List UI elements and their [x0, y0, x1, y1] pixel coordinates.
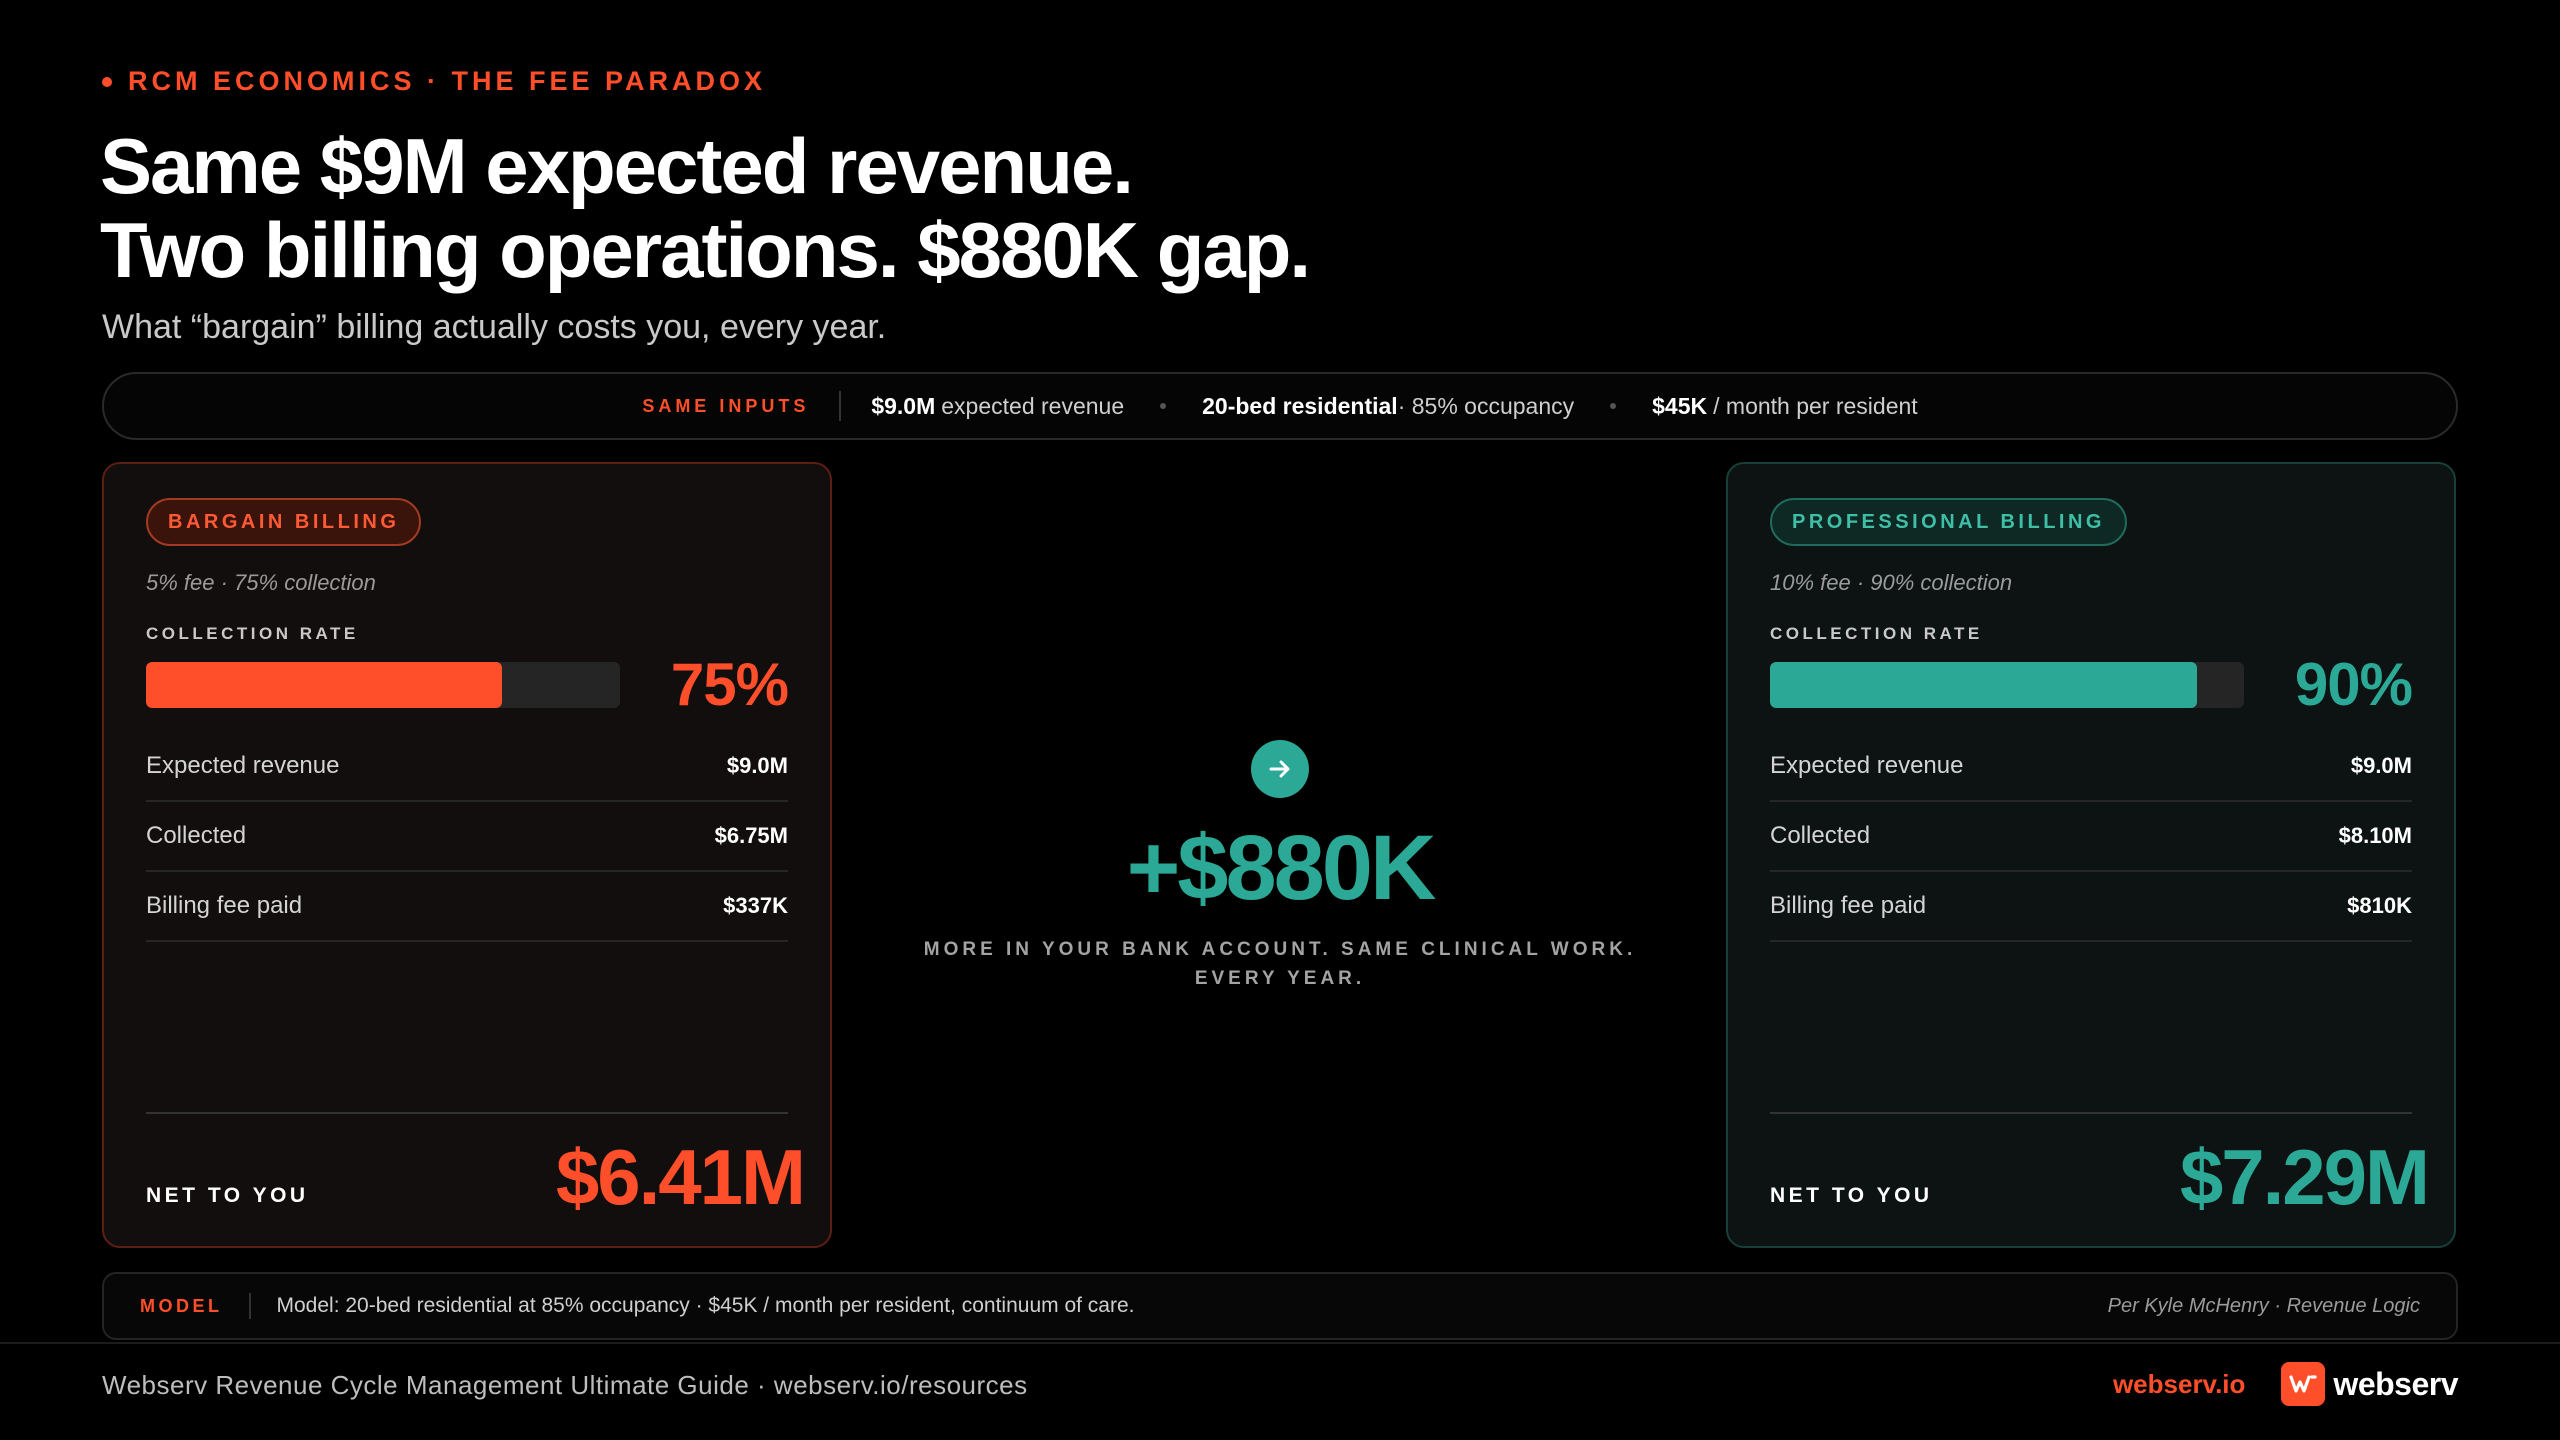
model-text: Model: 20-bed residential at 85% occupan… [276, 1294, 1135, 1317]
row-label: Expected revenue [146, 752, 340, 779]
table-row: Billing fee paid $810K [1770, 872, 2412, 942]
divider [1770, 1112, 2412, 1114]
net-to-you-label: NET TO YOU [146, 1184, 309, 1207]
headline-line-1: Same $9M expected revenue. [100, 122, 1134, 210]
logo-wordmark: webserv [2333, 1365, 2458, 1402]
row-value: $6.75M [714, 823, 788, 848]
collection-rate-bar [1770, 662, 2244, 708]
webserv-logo: webserv [2281, 1362, 2458, 1406]
bargain-billing-pill: BARGAIN BILLING [146, 498, 422, 546]
row-label: Collected [1770, 822, 1871, 849]
same-inputs-bar: SAME INPUTS $9.0M expected revenue 20-bed… [102, 372, 2458, 440]
input-rate-label: / month per resident [1713, 392, 1918, 419]
divider [839, 391, 842, 421]
bullet-dot-icon [102, 76, 112, 87]
input-beds: 20-bed residential· 85% occupancy [1202, 393, 1574, 420]
gap-caption: MORE IN YOUR BANK ACCOUNT. SAME CLINICAL… [923, 939, 1637, 989]
input-beds-value: 20-bed residential [1202, 392, 1398, 419]
footer-brand: webserv.io webserv [2113, 1362, 2458, 1406]
table-row: Expected revenue $9.0M [146, 732, 788, 802]
row-value: $9.0M [726, 753, 788, 778]
footer-text: Webserv Revenue Cycle Management Ultimat… [102, 1370, 1028, 1400]
footer-divider [0, 1342, 2560, 1344]
gap-summary: +$880K MORE IN YOUR BANK ACCOUNT. SAME C… [872, 740, 1688, 993]
row-value: $8.10M [2338, 823, 2412, 848]
collection-rate-bar [146, 662, 620, 708]
input-revenue-label: expected revenue [941, 392, 1125, 419]
table-row: Billing fee paid $337K [146, 872, 788, 942]
slide: RCM ECONOMICS · THE FEE PARADOX Same $9M… [0, 0, 2560, 1440]
input-rate-value: $45K [1652, 392, 1708, 419]
bargain-rows: Expected revenue $9.0M Collected $6.75M Bi… [146, 732, 788, 942]
net-to-you-value: $6.41M [555, 1133, 806, 1221]
input-beds-label: · 85% occupancy [1397, 392, 1575, 419]
separator-dot-icon [1160, 403, 1167, 409]
collection-rate-value: 90% [2294, 651, 2413, 718]
bargain-terms: 5% fee · 75% collection [146, 570, 376, 595]
footer-site-link[interactable]: webserv.io [2113, 1369, 2245, 1400]
collection-rate-value: 75% [670, 651, 789, 718]
eyebrow: RCM ECONOMICS · THE FEE PARADOX [102, 66, 766, 97]
logo-glyph [2289, 1375, 2318, 1393]
net-to-you-value: $7.29M [2179, 1133, 2430, 1221]
subhead: What “bargain” billing actually costs yo… [102, 308, 887, 346]
input-revenue: $9.0M expected revenue [871, 393, 1124, 420]
professional-terms: 10% fee · 90% collection [1770, 570, 2013, 595]
row-label: Collected [146, 822, 247, 849]
professional-rows: Expected revenue $9.0M Collected $8.10M Bi… [1770, 732, 2412, 942]
professional-billing-pill: PROFESSIONAL BILLING [1770, 498, 2127, 546]
row-label: Billing fee paid [146, 892, 303, 919]
net-to-you-label: NET TO YOU [1770, 1184, 1933, 1207]
table-row: Collected $6.75M [146, 802, 788, 872]
row-label: Billing fee paid [1770, 892, 1927, 919]
headline: Same $9M expected revenue. Two billing o… [100, 122, 1311, 294]
eyebrow-text: RCM ECONOMICS · THE FEE PARADOX [128, 66, 767, 96]
separator-dot-icon [1610, 403, 1617, 409]
arrow-right-glyph [1269, 760, 1290, 778]
table-row: Expected revenue $9.0M [1770, 732, 2412, 802]
input-rate: $45K / month per resident [1652, 393, 1918, 420]
collection-rate-fill [1770, 662, 2197, 708]
row-value: $9.0M [2350, 753, 2412, 778]
webserv-logo-icon [2281, 1362, 2326, 1406]
arrow-right-icon [1251, 740, 1309, 798]
model-credit: Per Kyle McHenry · Revenue Logic [2107, 1294, 2420, 1317]
same-inputs-tag: SAME INPUTS [642, 395, 810, 416]
row-value: $337K [723, 893, 788, 918]
collection-rate-fill [146, 662, 502, 708]
divider [248, 1293, 251, 1319]
professional-billing-card: PROFESSIONAL BILLING 10% fee · 90% colle… [1726, 462, 2456, 1248]
row-value: $810K [2347, 893, 2412, 918]
row-label: Expected revenue [1770, 752, 1964, 779]
headline-line-2: Two billing operations. $880K gap. [100, 206, 1311, 294]
model-bar: MODEL Model: 20-bed residential at 85% o… [102, 1272, 2458, 1340]
table-row: Collected $8.10M [1770, 802, 2412, 872]
divider [146, 1112, 788, 1114]
bargain-billing-card: BARGAIN BILLING 5% fee · 75% collection … [102, 462, 832, 1248]
model-tag: MODEL [140, 1295, 223, 1316]
collection-rate-label: COLLECTION RATE [1770, 624, 1983, 643]
gap-value: +$880K [1126, 817, 1437, 919]
input-revenue-value: $9.0M [871, 392, 936, 419]
collection-rate-label: COLLECTION RATE [146, 624, 359, 643]
